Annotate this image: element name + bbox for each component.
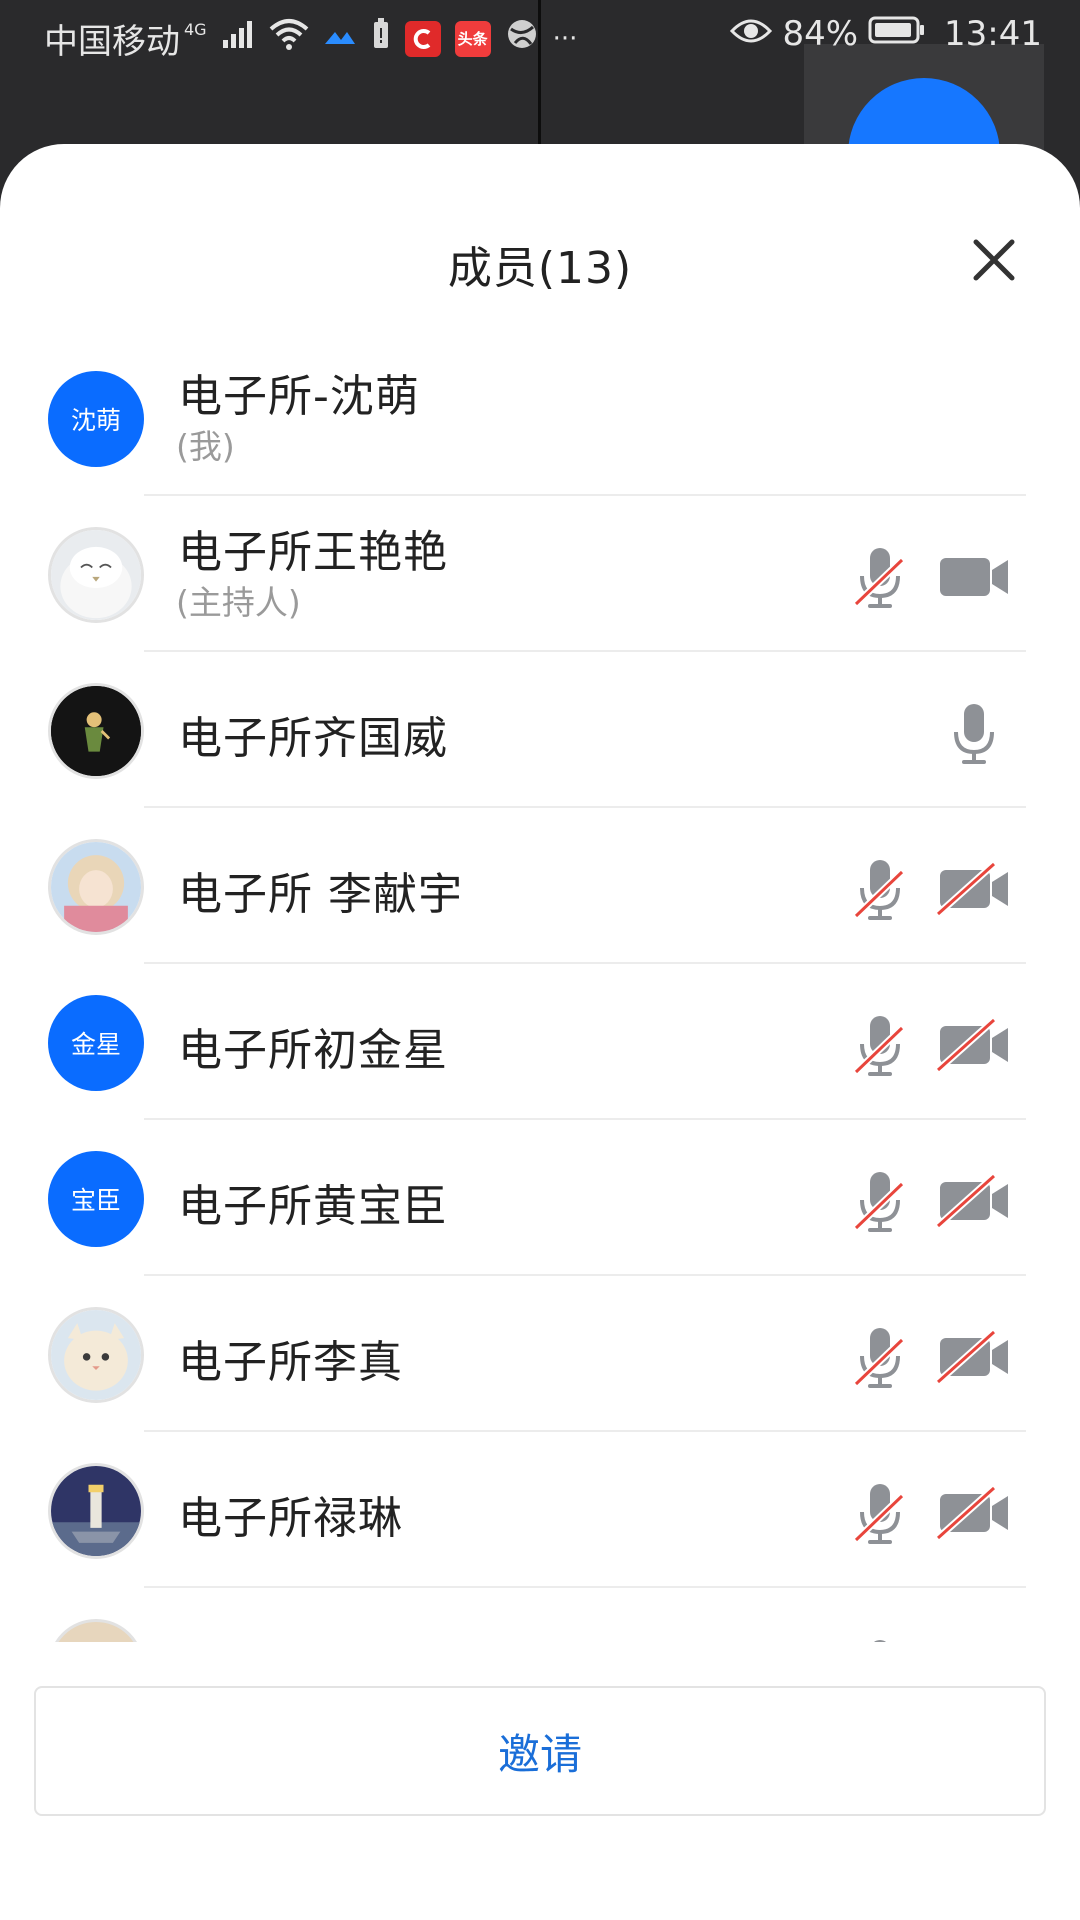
status-bar: 中国移动 4G 头条 ··· 84% 13:41 [0,0,1080,76]
camera-on-icon[interactable] [936,546,1012,606]
avatar [48,1307,144,1403]
avatar [48,527,144,623]
member-row[interactable]: 电子所李真 [0,1276,1080,1432]
avatar: 宝臣 [48,1151,144,1247]
member-list[interactable]: 沈萌 电子所-沈萌 (我) 电子所王艳艳 (主持人) 电子所齐国威 电子所 李献… [0,340,1080,1642]
member-name: 电子所 李献宇 [178,869,463,920]
mic-muted-icon[interactable] [852,858,908,924]
avatar-initials: 金星 [70,1030,121,1059]
toutiao-app-icon: 头条 [454,20,491,57]
eye-icon [730,14,773,54]
network-type: 4G [184,20,207,39]
mic-on-icon[interactable] [946,702,1002,768]
avatar [48,1463,144,1559]
more-notifications: ··· [552,23,578,54]
mic-muted-icon[interactable] [852,1170,908,1236]
mic-muted-icon[interactable] [852,546,908,612]
avatar-initials: 沈萌 [70,406,121,435]
member-name: 电子所初金星 [178,1025,448,1076]
camera-off-icon[interactable] [935,1014,1012,1074]
mic-muted-icon[interactable] [852,1482,908,1548]
mic-muted-icon[interactable] [852,1638,908,1642]
camera-off-icon[interactable] [935,1482,1012,1542]
member-name: 电子所黄宝臣 [178,1181,448,1232]
member-row[interactable]: 电子所 李献宇 [0,808,1080,964]
member-name: 电子所齐国威 [178,713,448,764]
camera-off-icon[interactable] [935,858,1012,918]
avatar-initials: 宝臣 [70,1186,121,1215]
avatar: 沈萌 [48,371,144,467]
member-name: 电子所王艳艳 [178,527,448,578]
battery-percent: 84% [782,14,859,54]
member-role: (主持人) [176,583,301,622]
carrier-label: 中国移动 [44,22,180,62]
avatar [48,1619,144,1642]
avatar [48,839,144,935]
camera-off-icon[interactable] [935,1326,1012,1386]
member-name: 电子所-沈萌 [178,371,420,422]
signal-icon [221,18,255,59]
avatar: 金星 [48,995,144,1091]
avatar [48,683,144,779]
globe-app-icon [505,17,539,60]
member-name: 电子所李真 [178,1337,403,1388]
member-row[interactable]: 宝臣 电子所黄宝臣 [0,1120,1080,1276]
sheet-title: 成员(13) [447,243,633,294]
c-app-icon [404,20,441,57]
member-role: (我) [176,427,235,466]
close-button[interactable] [962,228,1026,292]
member-row[interactable]: 沈萌 电子所-沈萌 (我) [0,340,1080,496]
camera-off-icon[interactable] [936,1638,1012,1642]
camera-off-icon[interactable] [935,1170,1012,1230]
member-name: 电子所禄琳 [178,1493,403,1544]
battery-icon [868,14,926,54]
mic-muted-icon[interactable] [852,1326,908,1392]
member-row[interactable]: 电子所禄琳 [0,1432,1080,1588]
members-sheet: 成员(13) 沈萌 电子所-沈萌 (我) 电子所王艳艳 (主持人) 电子所齐国威… [0,144,1080,1920]
close-icon [973,239,1015,281]
member-row[interactable]: 电子所王艳艳 (主持人) [0,496,1080,652]
invite-button[interactable]: 邀请 [34,1686,1046,1816]
battery-saver-icon [371,18,391,59]
wifi-icon [269,17,309,60]
cloud-app-icon [323,19,357,59]
mic-muted-icon[interactable] [852,1014,908,1080]
member-row[interactable]: 电子所齐国威 [0,652,1080,808]
clock: 13:41 [944,14,1042,54]
member-row[interactable]: 金星 电子所初金星 [0,964,1080,1120]
member-row[interactable] [0,1588,1080,1642]
